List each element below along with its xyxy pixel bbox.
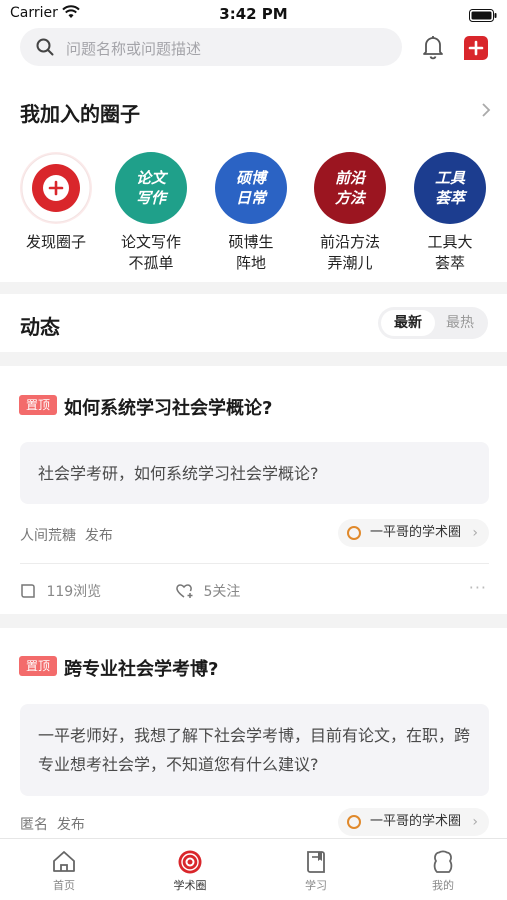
clock: 3:42 PM xyxy=(219,5,288,23)
book-outline-icon xyxy=(21,584,35,598)
circle-label: 硕博生 阵地 xyxy=(228,233,274,272)
circle-item-discover[interactable]: 发现圈子 xyxy=(6,152,106,253)
feed-title: 动态 xyxy=(20,315,60,339)
post-title[interactable]: 如何系统学习社会学概论? xyxy=(64,394,272,420)
post-card[interactable]: 置顶 跨专业社会学考博? 一平老师好，我想了解下社会学考博，目前有论文，在职，跨… xyxy=(0,628,507,838)
tab-study[interactable]: 学习 xyxy=(286,849,346,893)
tab-academic-circle[interactable]: 学术圈 xyxy=(160,849,220,893)
search-placeholder: 问题名称或问题描述 xyxy=(66,40,202,58)
add-circle-icon xyxy=(20,152,92,224)
circle-item-methods[interactable]: 前沿 方法 前沿方法 弄潮儿 xyxy=(300,152,400,274)
book-icon xyxy=(303,849,329,875)
feed-sort-toggle: 最新 最热 xyxy=(378,307,488,339)
post-author: 匿名 发布 xyxy=(20,814,85,834)
post-title[interactable]: 跨专业社会学考博? xyxy=(64,655,218,681)
add-post-icon[interactable] xyxy=(463,35,489,61)
chevron-right-icon: › xyxy=(472,814,478,830)
views-stat: 119浏览 xyxy=(20,581,101,601)
circle-item-writing[interactable]: 论文 写作 论文写作 不孤单 xyxy=(101,152,201,274)
circle-name: 一平哥的学术圈 xyxy=(369,814,461,829)
circle-item-tools[interactable]: 工具 荟萃 工具大 荟萃 xyxy=(400,152,500,274)
tab-label: 学术圈 xyxy=(173,879,207,892)
post-content[interactable]: 一平老师好，我想了解下社会学考博，目前有论文，在职，跨专业想考社会学，不知道您有… xyxy=(20,704,489,796)
more-options-icon[interactable]: ··· xyxy=(469,578,487,597)
feed-header: 动态 最新 最热 xyxy=(0,294,507,352)
circle-label: 前沿方法 弄潮儿 xyxy=(319,233,380,272)
circle-name: 一平哥的学术圈 xyxy=(369,525,461,540)
follow-stat[interactable]: 5关注 xyxy=(175,581,240,601)
circle-label: 工具大 荟萃 xyxy=(427,233,473,272)
profile-icon xyxy=(430,849,456,875)
tab-profile[interactable]: 我的 xyxy=(413,849,473,893)
author-action: 发布 xyxy=(56,817,85,833)
search-icon xyxy=(36,38,54,60)
battery-icon xyxy=(469,7,497,26)
post-author: 人间荒糖 发布 xyxy=(20,525,113,545)
tab-latest[interactable]: 最新 xyxy=(381,310,435,336)
tab-label: 学习 xyxy=(305,879,327,892)
search-bar[interactable]: 问题名称或问题描述 xyxy=(20,28,402,66)
academic-circle-icon xyxy=(177,849,203,875)
circle-badge-icon: 前沿 方法 xyxy=(314,152,386,224)
tab-hot[interactable]: 最热 xyxy=(435,310,485,336)
tab-label: 我的 xyxy=(432,879,454,892)
circle-label: 发现圈子 xyxy=(25,233,86,251)
top-bar: 问题名称或问题描述 xyxy=(0,28,507,76)
tab-label: 首页 xyxy=(53,879,75,892)
author-action: 发布 xyxy=(84,528,113,544)
circle-badge-icon: 论文 写作 xyxy=(115,152,187,224)
app-screen: Carrier 3:42 PM 问题名称或问题描述 我加入的圈子 发现圈子 论文… xyxy=(0,0,507,900)
author-name[interactable]: 匿名 xyxy=(20,817,48,833)
section-title: 我加入的圈子 xyxy=(20,102,140,126)
divider xyxy=(20,563,489,564)
tab-home[interactable]: 首页 xyxy=(34,849,94,893)
post-content[interactable]: 社会学考研，如何系统学习社会学概论? xyxy=(20,442,489,504)
chevron-right-icon: › xyxy=(472,525,478,541)
post-card[interactable]: 置顶 如何系统学习社会学概论? 社会学考研，如何系统学习社会学概论? 人间荒糖 … xyxy=(0,366,507,614)
pinned-badge: 置顶 xyxy=(19,395,57,415)
circle-badge-icon: 工具 荟萃 xyxy=(414,152,486,224)
pinned-badge: 置顶 xyxy=(19,656,57,676)
circle-ring-icon xyxy=(346,815,361,829)
circle-label: 论文写作 不孤单 xyxy=(120,233,181,272)
heart-plus-icon xyxy=(176,584,193,598)
circle-badge-icon: 硕博 日常 xyxy=(215,152,287,224)
my-circles-section: 我加入的圈子 发现圈子 论文 写作 论文写作 不孤单 硕博 日常 硕博生 阵地 … xyxy=(0,76,507,282)
home-icon xyxy=(51,849,77,875)
status-bar: Carrier 3:42 PM xyxy=(0,0,507,28)
circle-item-graduate[interactable]: 硕博 日常 硕博生 阵地 xyxy=(201,152,301,274)
circle-link[interactable]: 一平哥的学术圈 › xyxy=(337,808,489,836)
tab-bar: 首页 学术圈 学习 我的 xyxy=(0,838,507,900)
chevron-right-icon[interactable] xyxy=(481,102,491,122)
bell-icon[interactable] xyxy=(420,34,446,64)
circle-ring-icon xyxy=(346,526,361,540)
author-name[interactable]: 人间荒糖 xyxy=(20,528,76,544)
circle-link[interactable]: 一平哥的学术圈 › xyxy=(337,519,489,547)
